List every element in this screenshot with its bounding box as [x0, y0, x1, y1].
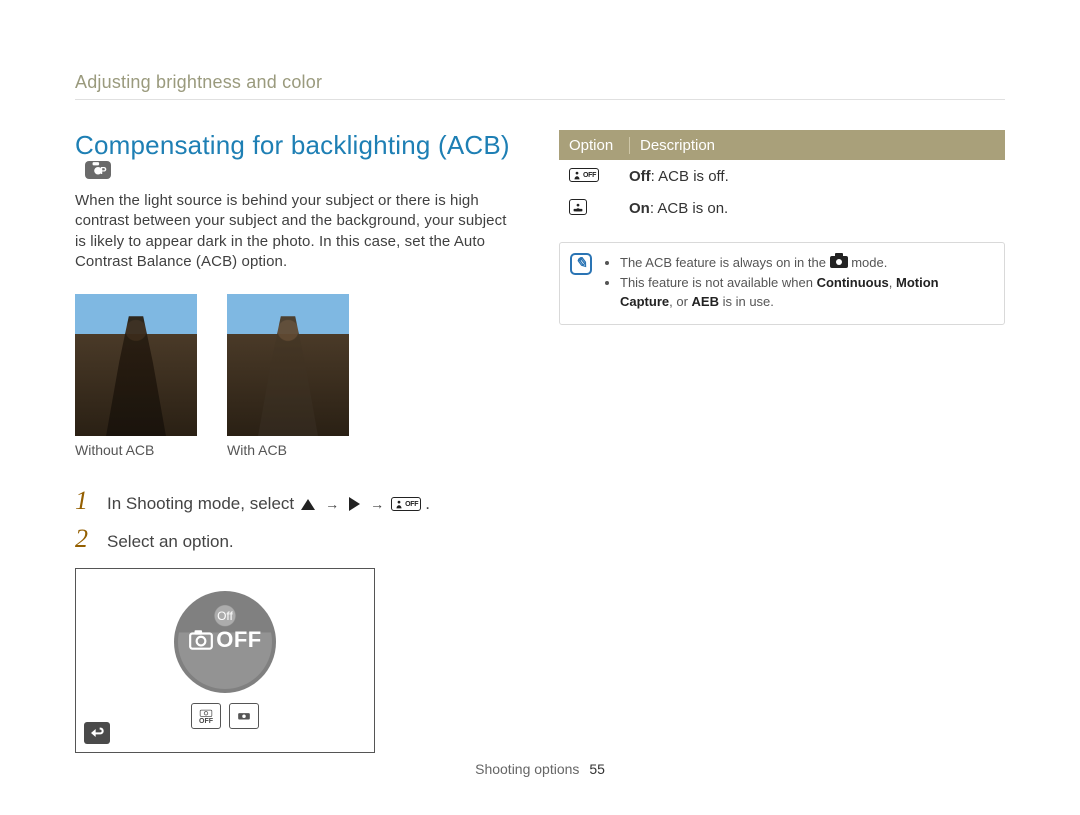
back-button[interactable]	[84, 722, 110, 744]
step-text: Select an option.	[107, 532, 234, 552]
step-1-pre: In Shooting mode, select	[107, 494, 294, 514]
option-table: Option Description OFF Off: ACB is off.	[559, 130, 1005, 224]
step-number: 2	[75, 524, 93, 554]
header-description: Description	[629, 137, 1005, 154]
note-2-pre: This feature is not available when	[620, 275, 817, 290]
note-2-mid2: , or	[669, 294, 691, 309]
cell-icon: OFF	[559, 167, 629, 185]
note-2-b1: Continuous	[817, 275, 889, 290]
footer-page-number: 55	[589, 761, 605, 777]
table-header: Option Description	[559, 130, 1005, 160]
step-1-end: .	[425, 494, 430, 514]
step-2: 2 Select an option.	[75, 524, 511, 554]
table-row: OFF Off: ACB is off.	[559, 160, 1005, 192]
example-without-acb: Without ACB	[75, 294, 197, 458]
selected-option-circle: Off OFF	[174, 591, 276, 693]
acb-off-icon: OFF	[391, 497, 421, 511]
cell-icon	[559, 199, 629, 217]
note-item: This feature is not available when Conti…	[620, 273, 990, 312]
option-name: Off	[629, 168, 651, 185]
breadcrumb: Adjusting brightness and color	[75, 72, 1005, 93]
photo-with-acb	[227, 294, 349, 436]
table-row: On: ACB is on.	[559, 192, 1005, 224]
p-mode-icon: P	[85, 161, 111, 179]
note-item: The ACB feature is always on in the mode…	[620, 253, 990, 273]
acb-off-thumb[interactable]: OFF	[191, 703, 221, 729]
note-1-post: mode.	[851, 255, 887, 270]
option-desc: : ACB is off.	[651, 168, 729, 185]
heading-row: Compensating for backlighting (ACB) P	[75, 130, 511, 179]
example-with-acb: With ACB	[227, 294, 349, 458]
acb-on-thumb[interactable]	[229, 703, 259, 729]
cell-description: On: ACB is on.	[629, 200, 1005, 217]
acb-off-icon: OFF	[569, 168, 599, 182]
selected-option-label: Off	[217, 609, 233, 623]
note-2-post: is in use.	[719, 294, 774, 309]
photo-without-acb	[75, 294, 197, 436]
note-icon: ✎	[570, 253, 592, 275]
step-text: In Shooting mode, select → → OFF .	[107, 494, 430, 514]
selected-option-glyph: OFF	[188, 627, 262, 653]
cell-description: Off: ACB is off.	[629, 168, 1005, 185]
caption-without-acb: Without ACB	[75, 442, 197, 458]
camera-screen: Off OFF OFF	[75, 568, 375, 753]
mini-off-label: OFF	[199, 718, 213, 725]
option-icons-row: OFF	[191, 703, 259, 729]
step-number: 1	[75, 486, 93, 516]
right-column: Option Description OFF Off: ACB is off.	[559, 130, 1005, 753]
option-name: On	[629, 200, 650, 217]
footer-section: Shooting options	[475, 761, 579, 777]
note-2-mid1: ,	[889, 275, 896, 290]
acb-on-icon	[569, 199, 587, 215]
off-text: OFF	[216, 627, 262, 653]
option-desc: : ACB is on.	[650, 200, 728, 217]
note-2-b3: AEB	[692, 294, 719, 309]
header-option: Option	[559, 137, 629, 154]
page-title: Compensating for backlighting (ACB)	[75, 130, 510, 161]
svg-text:P: P	[100, 166, 107, 177]
note-box: ✎ The ACB feature is always on in the mo…	[559, 242, 1005, 325]
left-column: Compensating for backlighting (ACB) P Wh…	[75, 130, 511, 753]
caption-with-acb: With ACB	[227, 442, 349, 458]
steps-list: 1 In Shooting mode, select → → OFF . 2 S…	[75, 486, 511, 554]
right-triangle-icon	[349, 497, 360, 511]
page-footer: Shooting options 55	[0, 761, 1080, 777]
arrow-icon: →	[325, 496, 339, 512]
note-1-pre: The ACB feature is always on in the	[620, 255, 830, 270]
intro-text: When the light source is behind your sub…	[75, 191, 511, 272]
example-images: Without ACB With ACB	[75, 294, 511, 458]
camera-mode-icon	[830, 256, 848, 268]
divider	[75, 99, 1005, 100]
arrow-icon: →	[370, 496, 384, 512]
up-triangle-icon	[301, 499, 315, 510]
step-1: 1 In Shooting mode, select → → OFF .	[75, 486, 511, 516]
